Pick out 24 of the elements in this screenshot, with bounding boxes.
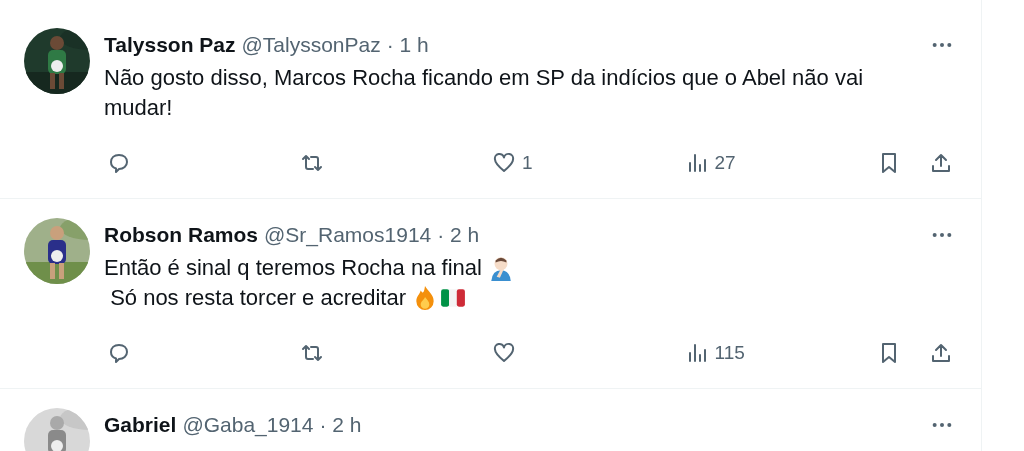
- user-handle[interactable]: @TalyssonPaz: [241, 33, 381, 57]
- share-icon[interactable]: [929, 151, 953, 175]
- reply-icon[interactable]: [107, 341, 131, 365]
- tweet-text: Não gosto disso, Marcos Rocha ficando em SP da indícios que o Abel não vai mudar!: [104, 64, 865, 122]
- heart-icon[interactable]: [492, 341, 516, 365]
- user-handle[interactable]: @Sr_Ramos1914: [264, 223, 432, 247]
- timestamp[interactable]: · 2 h: [437, 223, 480, 247]
- more-icon[interactable]: [931, 42, 953, 48]
- user-handle[interactable]: @Gaba_1914: [182, 413, 314, 437]
- like-count: 1: [522, 152, 533, 174]
- timestamp[interactable]: · 2 h: [319, 413, 362, 437]
- heart-icon[interactable]: [492, 151, 516, 175]
- reply-icon[interactable]: [107, 151, 131, 175]
- more-icon[interactable]: [931, 422, 953, 428]
- view-count: 27: [714, 152, 736, 174]
- share-icon[interactable]: [929, 341, 953, 365]
- view-count: 115: [714, 342, 745, 364]
- user-name[interactable]: Talysson Paz: [104, 33, 236, 57]
- timestamp[interactable]: · 1 h: [386, 33, 429, 57]
- tweet-text: Então é sinal q teremos Rocha na final: [104, 254, 482, 282]
- user-name[interactable]: Robson Ramos: [104, 223, 258, 247]
- more-icon[interactable]: [931, 232, 953, 238]
- user-name[interactable]: Gabriel: [104, 413, 177, 437]
- tweet-text: Só nos resta torcer e acreditar: [109, 284, 407, 312]
